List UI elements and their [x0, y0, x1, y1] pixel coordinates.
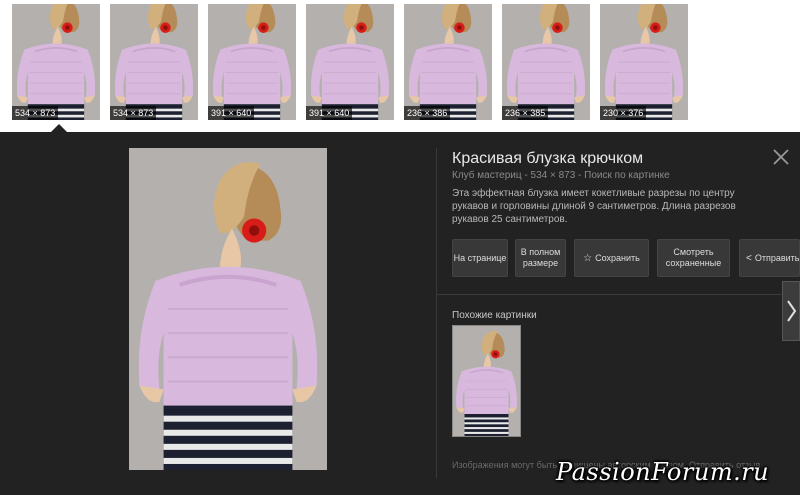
- thumbnail-4[interactable]: 391 × 640: [306, 4, 394, 120]
- full-size-label: В полном размере: [520, 247, 561, 268]
- thumbnail-image: [110, 4, 198, 120]
- thumbnail-image: [502, 4, 590, 120]
- source-link[interactable]: Клуб мастериц: [452, 170, 522, 181]
- meta-separator: -: [521, 170, 531, 181]
- star-icon: ☆: [583, 252, 593, 264]
- thumbnail-7[interactable]: 230 × 376: [600, 4, 688, 120]
- thumbnail-6[interactable]: 236 × 385: [502, 4, 590, 120]
- similar-image: [453, 326, 520, 436]
- view-saved-button[interactable]: Смотреть сохраненные: [657, 239, 730, 277]
- search-by-image-link[interactable]: Поиск по картинке: [584, 170, 669, 181]
- visit-page-button[interactable]: На странице: [452, 239, 508, 277]
- similar-images-heading: Похожие картинки: [452, 310, 537, 321]
- thumbnail-1[interactable]: 534 × 873: [12, 4, 100, 120]
- image-meta: Клуб мастериц - 534 × 873 - Поиск по кар…: [452, 170, 670, 181]
- share-label: Отправить: [754, 252, 800, 263]
- panel-divider: [436, 148, 437, 478]
- close-icon: [773, 149, 789, 165]
- thumbnail-image: [208, 4, 296, 120]
- image-description: Эта эффектная блузка имеет кокетливые ра…: [452, 188, 736, 225]
- thumbnail-size: 534 × 873: [110, 106, 157, 120]
- thumbnail-2[interactable]: 534 × 873: [110, 4, 198, 120]
- thumbnail-image: [404, 4, 492, 120]
- share-icon: <: [746, 252, 752, 264]
- thumbnail-size: 230 × 376: [600, 106, 647, 120]
- close-button[interactable]: [770, 146, 792, 168]
- image-title[interactable]: Красивая блузка крючком: [452, 150, 643, 168]
- thumbnail-size: 391 × 640: [208, 106, 255, 120]
- next-image-button[interactable]: [782, 281, 800, 341]
- visit-page-label: На странице: [453, 252, 507, 263]
- meta-separator: -: [575, 170, 585, 181]
- watermark: PassionForum.ru: [556, 458, 770, 486]
- chevron-right-icon: [787, 300, 797, 322]
- thumbnail-size: 236 × 386: [404, 106, 451, 120]
- view-saved-label: Смотреть сохраненные: [665, 247, 722, 268]
- section-divider: [437, 294, 782, 295]
- thumbnail-size: 236 × 385: [502, 106, 549, 120]
- thumbnail-image: [600, 4, 688, 120]
- thumbnail-strip: 534 × 873 534 × 873 391 × 640 391 × 640 …: [0, 0, 800, 132]
- thumbnail-image: [12, 4, 100, 120]
- save-button[interactable]: ☆ Сохранить: [574, 239, 649, 277]
- selection-pointer: [51, 124, 67, 132]
- similar-image-thumbnail[interactable]: [452, 325, 521, 437]
- thumbnail-3[interactable]: 391 × 640: [208, 4, 296, 120]
- save-label: Сохранить: [595, 252, 640, 263]
- main-image[interactable]: [129, 148, 327, 470]
- thumbnail-size: 534 × 873: [12, 106, 59, 120]
- main-photo: [129, 148, 327, 470]
- image-dimensions: 534 × 873: [530, 170, 576, 181]
- share-button[interactable]: < Отправить: [739, 239, 800, 277]
- thumbnail-size: 391 × 640: [306, 106, 353, 120]
- thumbnail-image: [306, 4, 394, 120]
- thumbnail-5[interactable]: 236 × 386: [404, 4, 492, 120]
- full-size-button[interactable]: В полном размере: [515, 239, 566, 277]
